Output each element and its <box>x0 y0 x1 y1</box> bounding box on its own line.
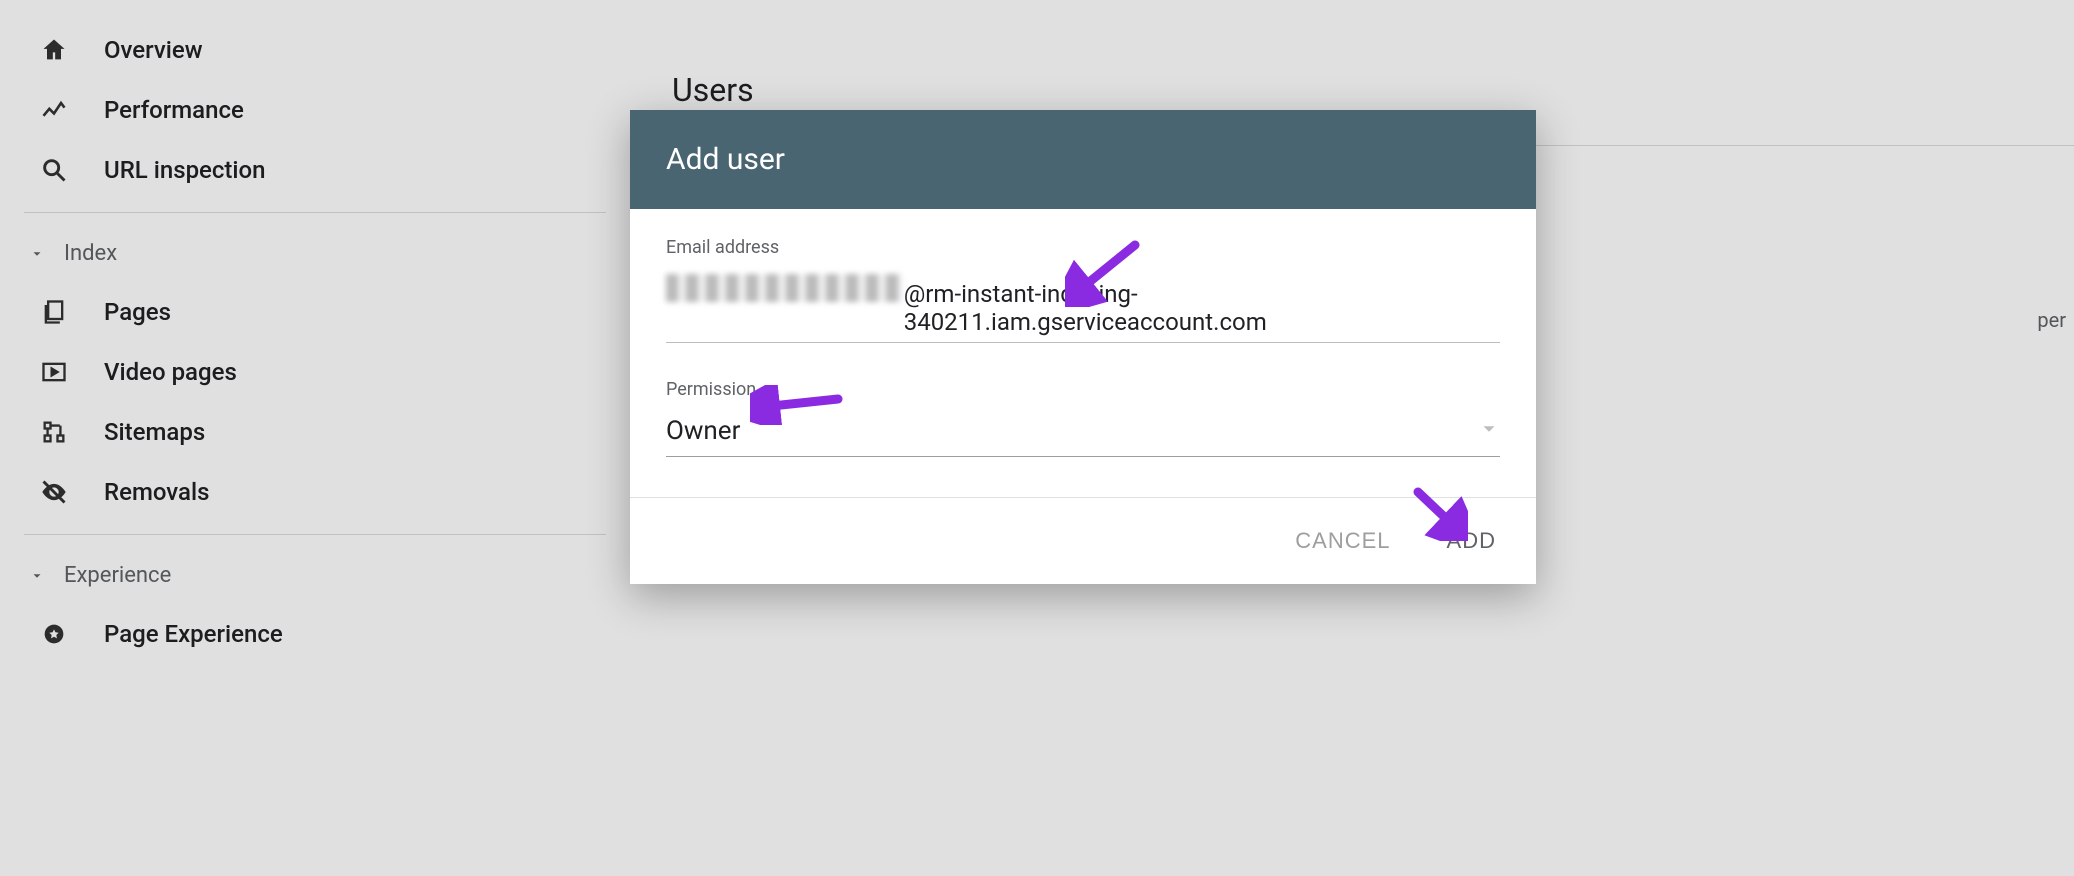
email-domain: @rm-instant-indexing-340211.iam.gservice… <box>904 280 1500 336</box>
cancel-button[interactable]: CANCEL <box>1291 520 1394 562</box>
add-user-dialog: Add user Email address @rm-instant-index… <box>630 110 1536 584</box>
email-redacted <box>666 274 902 302</box>
dialog-footer: CANCEL ADD <box>630 497 1536 584</box>
dialog-body: Email address @rm-instant-indexing-34021… <box>630 209 1536 477</box>
email-label: Email address <box>666 237 1500 258</box>
email-input[interactable]: @rm-instant-indexing-340211.iam.gservice… <box>666 274 1500 343</box>
permission-select[interactable]: Owner <box>666 416 1500 457</box>
caret-down-icon <box>1478 418 1500 444</box>
permission-value: Owner <box>666 416 740 446</box>
dialog-title: Add user <box>666 142 1500 177</box>
permission-label: Permission <box>666 379 1500 400</box>
dialog-header: Add user <box>630 110 1536 209</box>
add-button[interactable]: ADD <box>1443 520 1500 562</box>
